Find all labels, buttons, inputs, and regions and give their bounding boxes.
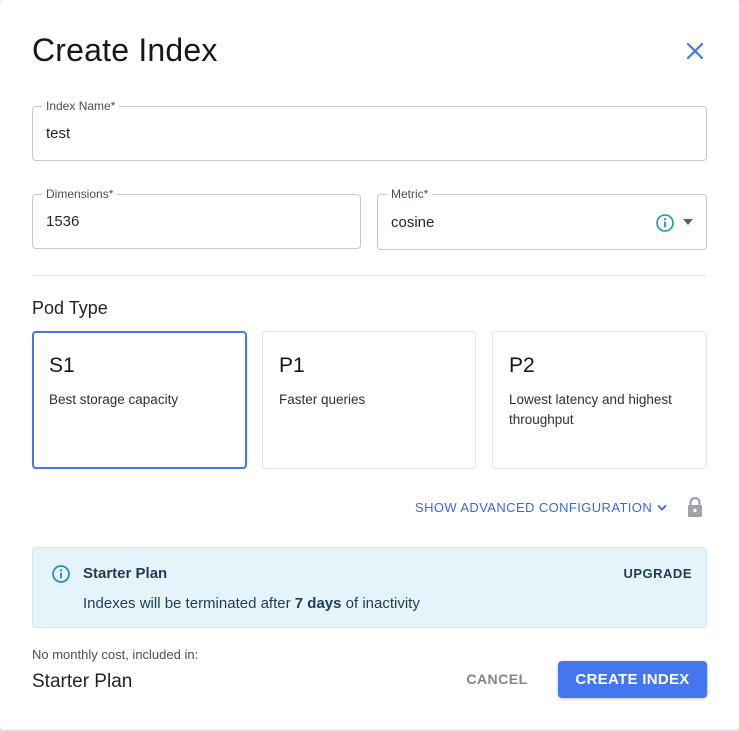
dimensions-label-text: Dimensions (46, 187, 109, 201)
metric-selected-value: cosine (391, 214, 435, 231)
pod-name: P1 (279, 354, 305, 377)
required-mark: * (108, 187, 114, 201)
banner-text-after: of inactivity (341, 595, 420, 612)
close-button[interactable] (682, 38, 708, 64)
required-mark: * (423, 187, 429, 201)
cost-label: No monthly cost, included in: (32, 647, 199, 662)
index-name-label-text: Index Name (46, 99, 111, 113)
pod-description: Lowest latency and highest throughput (509, 392, 672, 427)
pod-description: Best storage capacity (49, 392, 179, 407)
section-divider (32, 275, 707, 276)
metric-select[interactable]: Metric* cosine (377, 187, 707, 250)
dialog-title: Create Index (32, 32, 218, 68)
required-mark: * (110, 99, 116, 113)
pod-name: S1 (49, 354, 75, 377)
chevron-down-icon[interactable] (656, 502, 668, 514)
close-icon (686, 42, 704, 60)
info-icon (52, 565, 70, 583)
pod-card-p1[interactable]: P1 Faster queries (262, 331, 476, 469)
plan-name: Starter Plan (32, 671, 133, 692)
lock-icon (688, 496, 702, 517)
pod-card-p2[interactable]: P2 Lowest latency and highest throughput (492, 331, 707, 469)
show-advanced-configuration-button[interactable]: SHOW ADVANCED CONFIGURATION (415, 500, 652, 515)
upgrade-button[interactable]: UPGRADE (623, 566, 692, 581)
banner-title: Starter Plan (83, 565, 168, 582)
index-name-label: Index Name* (42, 99, 120, 113)
starter-plan-banner: Starter Plan UPGRADE Indexes will be ter… (32, 547, 707, 628)
dimensions-input[interactable]: 1536 (46, 213, 79, 230)
dimensions-field[interactable]: Dimensions* 1536 (32, 187, 361, 249)
pod-name: P2 (509, 354, 535, 377)
metric-label-text: Metric (391, 187, 424, 201)
index-name-field[interactable]: Index Name* test (32, 99, 707, 161)
banner-text-bold: 7 days (294, 595, 342, 612)
cancel-button[interactable]: CANCEL (458, 661, 536, 697)
banner-message: Indexes will be terminated after 7 days … (83, 595, 420, 612)
index-name-input[interactable]: test (46, 125, 70, 142)
dimensions-label: Dimensions* (42, 187, 118, 201)
pod-type-title: Pod Type (32, 298, 108, 318)
pod-card-s1[interactable]: S1 Best storage capacity (32, 331, 247, 469)
info-icon[interactable] (655, 213, 675, 233)
dropdown-arrow-icon[interactable] (682, 217, 694, 227)
metric-label: Metric* (387, 187, 433, 201)
create-index-dialog: Create Index Index Name* test Dimensions… (0, 0, 739, 729)
banner-text-before: Indexes will be terminated after (83, 595, 295, 612)
pod-description: Faster queries (279, 392, 366, 407)
create-index-button[interactable]: CREATE INDEX (558, 661, 707, 698)
